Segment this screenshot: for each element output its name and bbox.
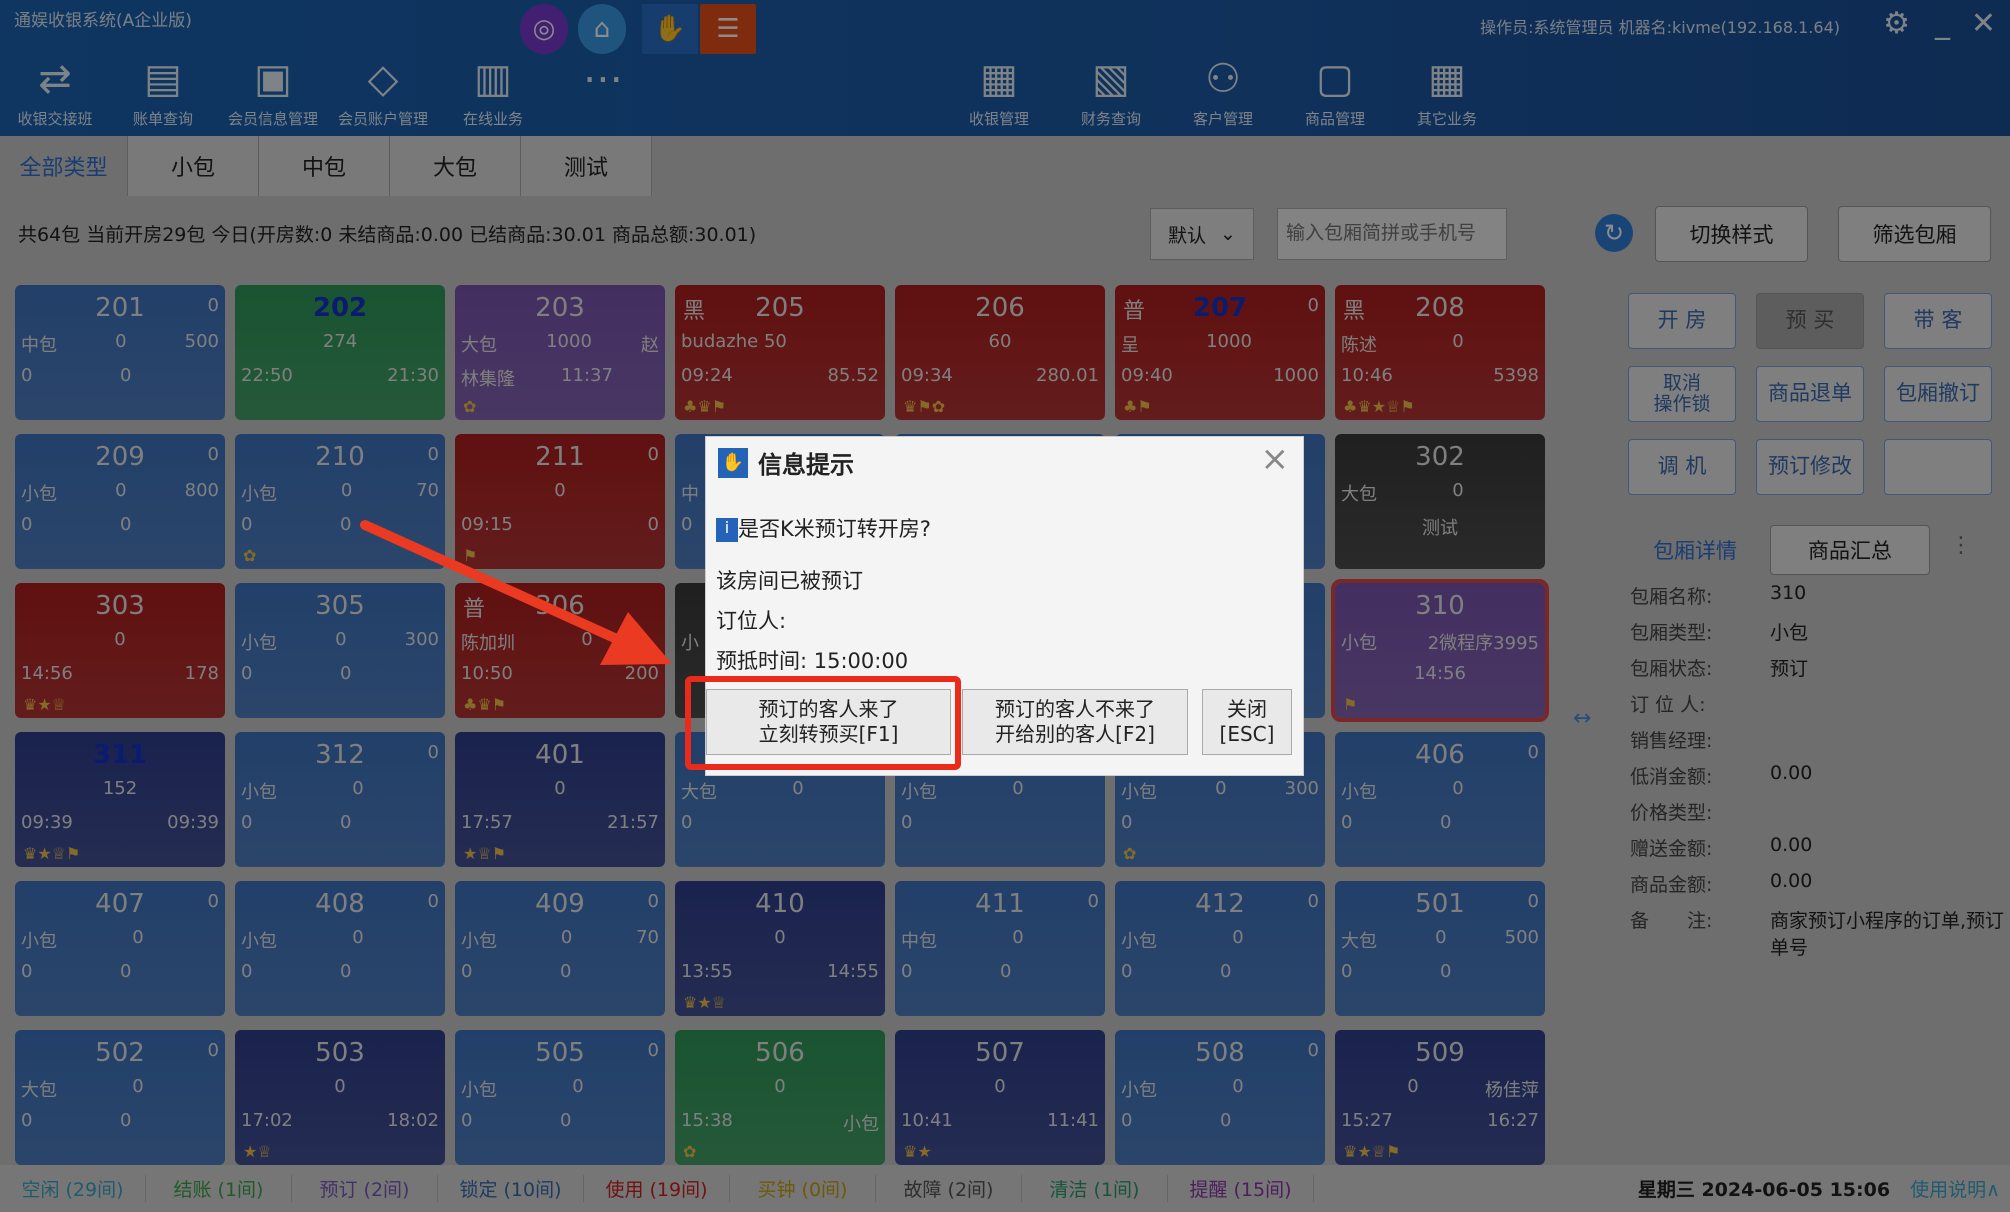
annotation-arrow xyxy=(360,520,672,665)
